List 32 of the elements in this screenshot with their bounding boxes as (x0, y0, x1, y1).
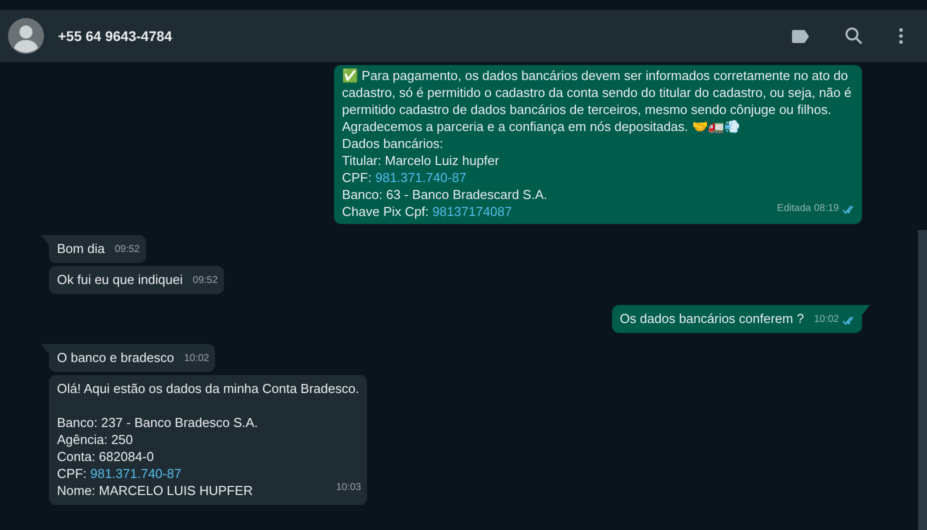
message-text: Agência: 250 (57, 432, 133, 447)
scrollbar[interactable] (918, 230, 927, 530)
message-text: ✅ Para pagamento, os dados bancários devem ser informados corretamente no ato do cadastro, só é permitido o cadastro da conta sendo do titular do cadastro, ou seja, não é permitido cadastro de dados bancários de terceiros, mesmo sendo cônjuge ou filhos. (342, 68, 852, 117)
message-time: 10:02 (814, 314, 839, 326)
message-text: Ok fui eu que indiquei (57, 272, 183, 287)
number-link[interactable]: 98137174087 (432, 204, 512, 219)
avatar-icon[interactable] (8, 18, 44, 54)
edited-label: Editada (777, 203, 811, 215)
message-text: Titular: Marcelo Luiz hupfer (342, 153, 500, 168)
message-text: O banco e bradesco (57, 350, 174, 365)
message-text: Conta: 682084-0 (57, 449, 154, 464)
message-time: 10:02 (184, 353, 210, 365)
message-text: Os dados bancários conferem ? (620, 311, 804, 326)
message-text: CPF: 981.371.740-87 (342, 170, 466, 185)
message-text: Olá! Aqui estão os dados da minha Conta Bradesco. (57, 381, 360, 396)
message-time: 10:03 (336, 482, 362, 494)
message-text: Bom dia (57, 241, 105, 256)
message-time: 08:19 (814, 203, 839, 215)
message-text: Nome: MARCELO LUIS HUPFER (57, 483, 253, 498)
message-text: Agradecemos a parceria e a confiança em nós depositadas. 🤝🚛💨 (342, 119, 740, 134)
message-text: Chave Pix Cpf: 98137174087 (342, 204, 512, 219)
message-text: Banco: 63 - Banco Bradescard S.A. (342, 187, 548, 202)
message-text: Banco: 237 - Banco Bradesco S.A. (57, 415, 258, 430)
number-link[interactable]: 981.371.740-87 (375, 170, 466, 185)
message-text: Dados bancários: (342, 136, 444, 151)
message-text: CPF: 981.371.740-87 (57, 466, 182, 481)
message-time: 09:52 (192, 275, 218, 287)
contact-name[interactable]: +55 64 9643-4784 (58, 28, 759, 44)
double-check-icon (842, 316, 856, 324)
message-time: 09:52 (114, 244, 140, 256)
double-check-icon (842, 204, 856, 214)
number-link[interactable]: 981.371.740-87 (90, 466, 182, 481)
